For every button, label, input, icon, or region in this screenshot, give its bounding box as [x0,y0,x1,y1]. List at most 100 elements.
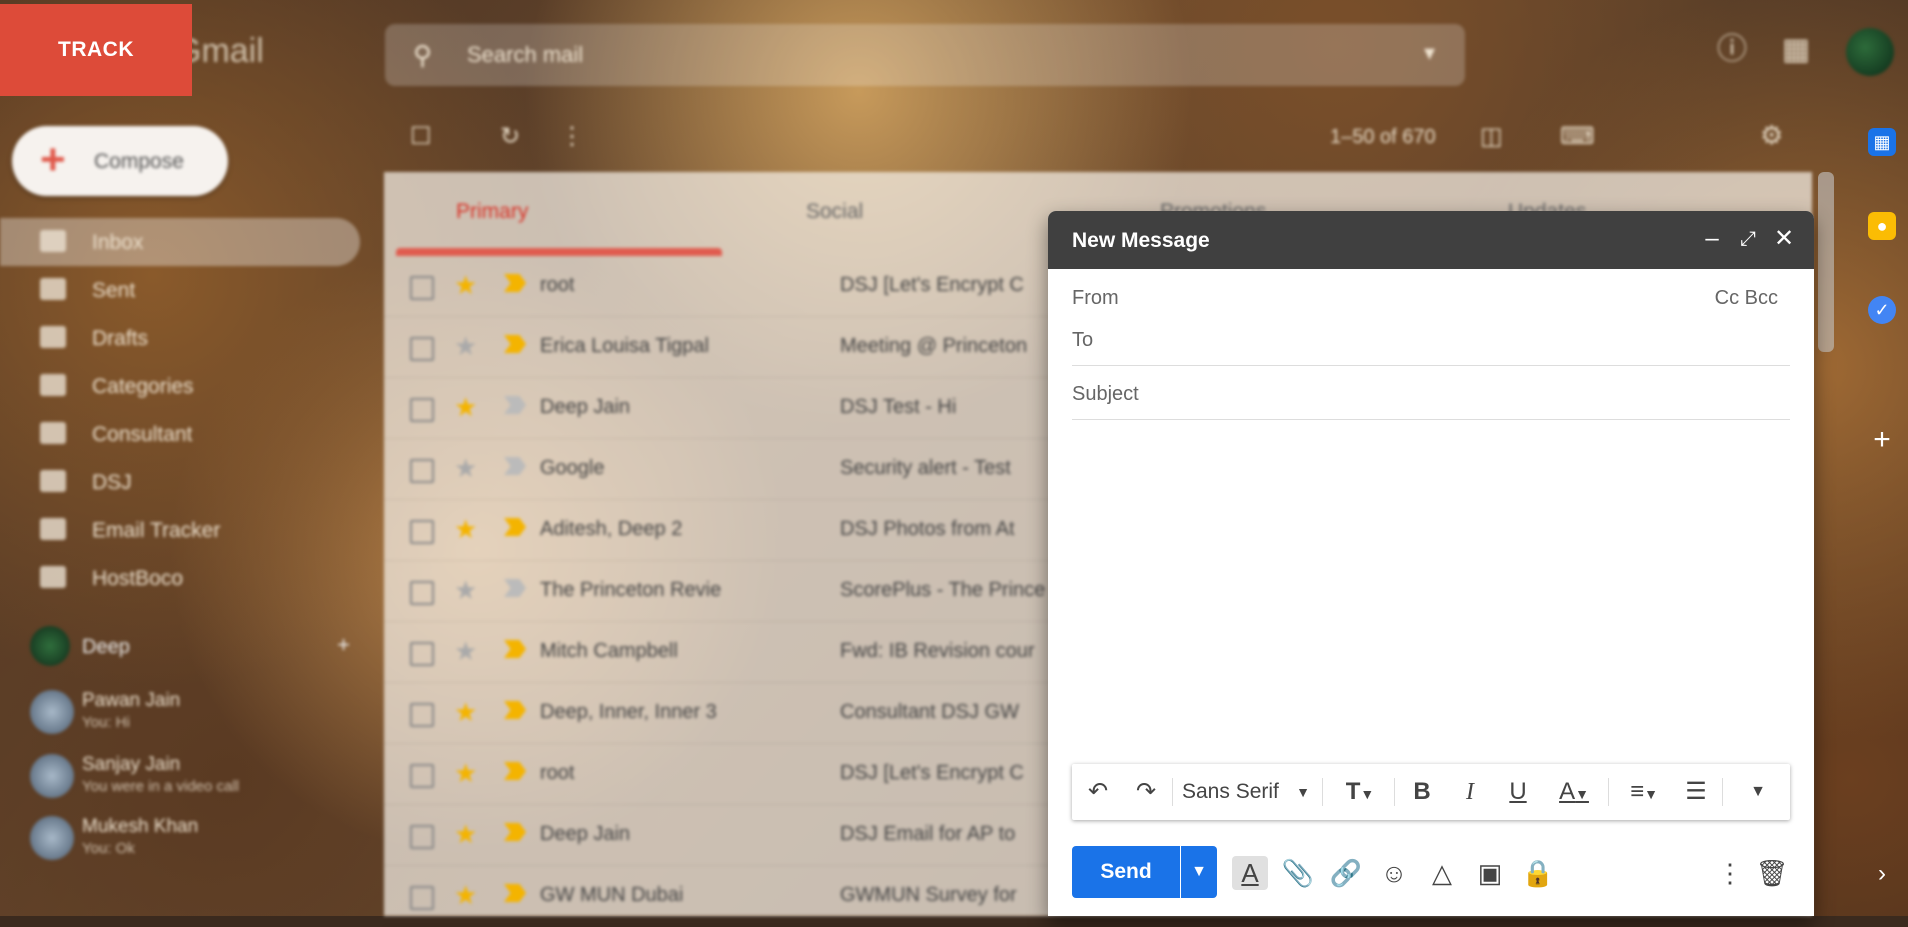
attach-file-icon[interactable]: 📎 [1280,856,1316,890]
important-marker-icon[interactable] [504,640,526,658]
more-formatting-icon[interactable]: ▼ [1740,776,1776,808]
discard-draft-icon[interactable]: 🗑 [1754,856,1790,890]
sidebar-item-consultant[interactable]: Consultant [0,410,360,458]
compose-header[interactable]: New Message – ⤢ ✕ [1048,211,1814,269]
row-checkbox[interactable] [410,886,434,910]
star-icon[interactable]: ★ [454,514,477,545]
sidebar-item-sent[interactable]: Sent [0,266,360,314]
text-size-icon[interactable]: T▼ [1334,776,1386,808]
important-marker-icon[interactable] [504,701,526,719]
more-options-icon[interactable]: ⋮ [1712,856,1748,890]
to-field[interactable]: To [1072,329,1790,366]
send-options-icon[interactable]: ▼ [1181,846,1217,898]
important-marker-icon[interactable] [504,884,526,902]
important-marker-icon[interactable] [504,823,526,841]
important-marker-icon[interactable] [504,762,526,780]
sidebar-item-drafts[interactable]: Drafts [0,314,360,362]
important-marker-icon[interactable] [504,457,526,475]
align-icon[interactable]: ≡▼ [1618,776,1670,808]
row-checkbox[interactable] [410,520,434,544]
star-icon[interactable]: ★ [454,453,477,484]
important-marker-icon[interactable] [504,274,526,292]
from-field[interactable]: From Cc Bcc [1072,287,1790,317]
subject-input[interactable]: Subject [1072,383,1139,405]
star-icon[interactable]: ★ [454,575,477,606]
important-marker-icon[interactable] [504,518,526,536]
sidebar-item-dsj[interactable]: DSJ [0,458,360,506]
refresh-icon[interactable]: ↻ [500,122,520,151]
numbered-list-icon[interactable]: ☰ [1678,776,1714,808]
insert-link-icon[interactable]: 🔗 [1328,856,1364,890]
row-checkbox[interactable] [410,642,434,666]
add-addon-icon[interactable]: + [1868,425,1896,455]
hangouts-header[interactable]: Deep + [30,626,350,666]
search-bar[interactable]: ⚲ Search mail ▾ [385,24,1465,86]
minimize-icon[interactable]: – [1698,225,1726,253]
star-icon[interactable]: ★ [454,758,477,789]
sidebar-item-inbox[interactable]: Inbox [0,218,360,266]
font-family-select[interactable]: Sans Serif ▼ [1182,776,1310,808]
important-marker-icon[interactable] [504,335,526,353]
settings-gear-icon[interactable]: ⚙ [1760,120,1783,151]
full-screen-icon[interactable]: ⤢ [1734,225,1762,253]
new-conversation-icon[interactable]: + [337,632,350,658]
message-body[interactable] [1072,433,1790,753]
sidebar-item-hostboco[interactable]: HostBoco [0,554,360,602]
subject-field[interactable]: Subject [1072,383,1790,420]
sidebar-item-categories[interactable]: Categories [0,362,360,410]
select-all-checkbox[interactable]: ☐ [410,122,432,151]
undo-icon[interactable]: ↶ [1080,776,1116,808]
keep-icon[interactable]: ● [1868,212,1896,240]
important-marker-icon[interactable] [504,396,526,414]
star-icon[interactable]: ★ [454,331,477,362]
text-color-icon[interactable]: A▼ [1548,776,1600,808]
bold-icon[interactable]: B [1404,776,1440,808]
chevron-right-icon[interactable]: › [1868,860,1896,888]
compose-button[interactable]: + Compose [12,126,228,196]
contact-item[interactable]: Mukesh Khan You: Ok [30,810,330,864]
account-avatar[interactable] [1846,28,1894,76]
calendar-icon[interactable]: ▦ [1868,128,1896,156]
row-checkbox[interactable] [410,459,434,483]
underline-icon[interactable]: U [1500,776,1536,808]
star-icon[interactable]: ★ [454,270,477,301]
row-checkbox[interactable] [410,276,434,300]
drive-icon[interactable]: △ [1424,856,1460,890]
sidebar-item-email-tracker[interactable]: Email Tracker [0,506,360,554]
tab-social[interactable]: Social [806,200,863,224]
confidential-mode-icon[interactable]: 🔒 [1520,856,1556,890]
split-pane-icon[interactable]: ◫ [1480,122,1503,151]
cc-bcc-link[interactable]: Cc Bcc [1715,287,1778,310]
redo-icon[interactable]: ↷ [1128,776,1164,808]
emoji-icon[interactable]: ☺ [1376,856,1412,890]
row-checkbox[interactable] [410,581,434,605]
support-icon[interactable]: ⓘ [1712,30,1752,70]
row-checkbox[interactable] [410,398,434,422]
contact-item[interactable]: Pawan Jain You: Hi [30,684,330,738]
search-icon[interactable]: ⚲ [413,40,432,71]
apps-grid-icon[interactable]: ▦ [1776,30,1816,70]
star-icon[interactable]: ★ [454,819,477,850]
formatting-options-icon[interactable]: A [1232,856,1268,890]
keyboard-icon[interactable]: ⌨ [1560,122,1595,151]
tab-primary[interactable]: Primary [456,200,528,224]
search-input[interactable]: Search mail [467,42,583,67]
row-checkbox[interactable] [410,825,434,849]
more-icon[interactable]: ⋮ [560,122,584,151]
insert-photo-icon[interactable]: ▣ [1472,856,1508,890]
send-button[interactable]: Send [1072,846,1180,898]
star-icon[interactable]: ★ [454,636,477,667]
star-icon[interactable]: ★ [454,392,477,423]
contact-item[interactable]: Sanjay Jain You were in a video call [30,748,330,802]
row-checkbox[interactable] [410,703,434,727]
search-options-icon[interactable]: ▾ [1424,40,1435,66]
row-checkbox[interactable] [410,764,434,788]
star-icon[interactable]: ★ [454,697,477,728]
row-checkbox[interactable] [410,337,434,361]
track-button[interactable]: TRACK [0,4,192,96]
star-icon[interactable]: ★ [454,880,477,911]
tasks-icon[interactable]: ✓ [1868,296,1896,324]
close-icon[interactable]: ✕ [1770,225,1798,253]
italic-icon[interactable]: I [1452,776,1488,808]
important-marker-icon[interactable] [504,579,526,597]
